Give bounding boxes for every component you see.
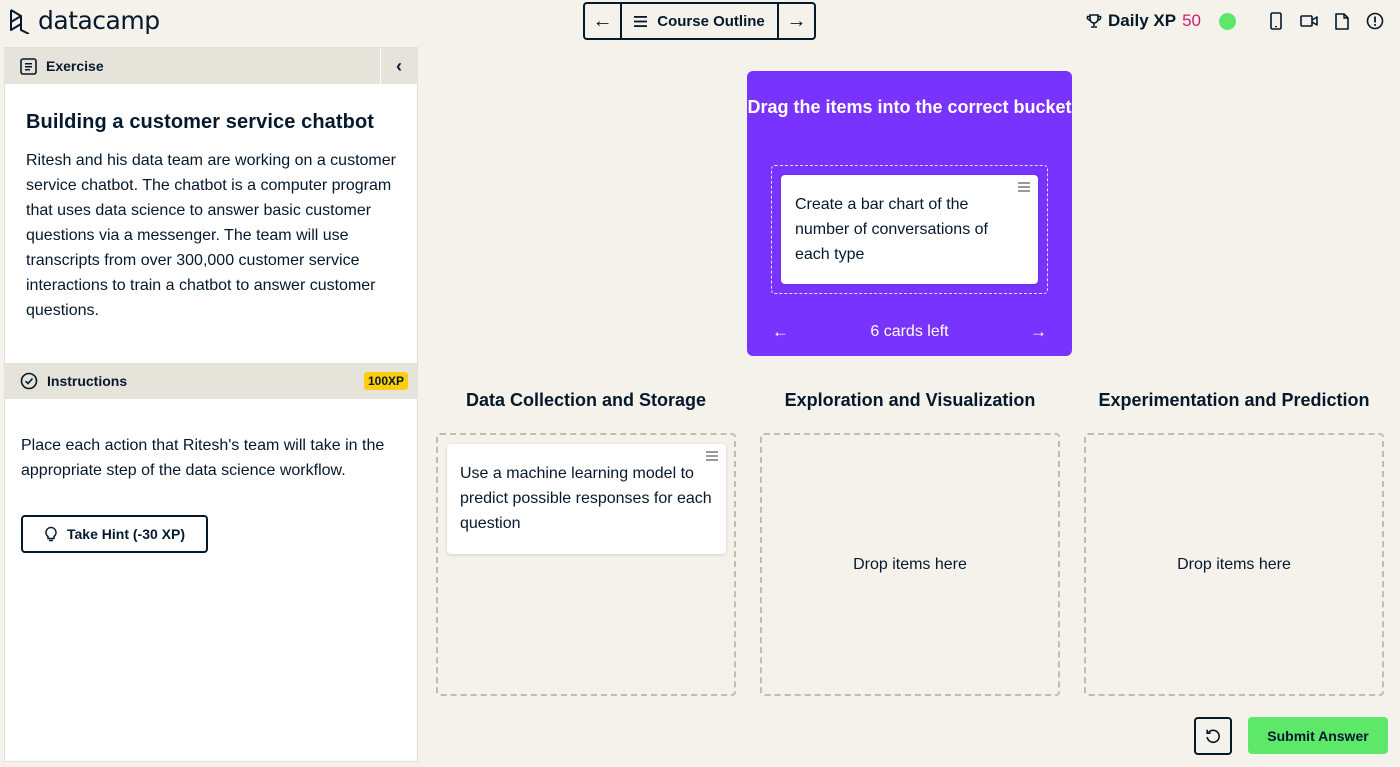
xp-badge: 100XP (363, 372, 408, 390)
submit-answer-button[interactable]: Submit Answer (1248, 717, 1388, 754)
deck-card-slot: Create a bar chart of the number of conv… (771, 165, 1048, 294)
video-button[interactable] (1294, 8, 1324, 34)
reset-icon (1206, 729, 1220, 744)
exercise-header: Exercise ‹ (5, 48, 417, 84)
datacamp-logo[interactable]: datacamp (8, 6, 160, 35)
status-indicator (1219, 12, 1236, 30)
chevron-left-icon: ‹ (396, 55, 402, 76)
instructions-text: Place each action that Ritesh's team wil… (21, 437, 385, 479)
daily-xp-value: 50 (1182, 11, 1201, 30)
arrow-right-icon: → (786, 9, 807, 32)
bucket-exploration[interactable]: Drop items here (760, 433, 1060, 696)
exercise-section-label: Exercise (46, 58, 104, 74)
draggable-card[interactable]: Create a bar chart of the number of conv… (781, 175, 1038, 284)
slides-button[interactable] (1327, 8, 1357, 34)
deck-navigation: ← 6 cards left → (747, 322, 1072, 342)
course-outline-button[interactable]: Course Outline (620, 4, 779, 38)
mobile-icon (1270, 12, 1282, 30)
report-issue-button[interactable] (1360, 8, 1390, 34)
reset-button[interactable] (1194, 717, 1232, 755)
instructions-header: Instructions 100XP (5, 363, 417, 399)
daily-xp-label: Daily XP (1108, 11, 1177, 30)
collapse-panel-button[interactable]: ‹ (380, 48, 417, 84)
course-outline-label: Course Outline (657, 12, 765, 30)
alert-icon (1366, 12, 1384, 30)
drop-placeholder: Drop items here (1177, 555, 1291, 573)
daily-xp[interactable]: Daily XP 50 (1086, 11, 1201, 31)
header-tools: Daily XP 50 (1086, 8, 1390, 34)
drag-handle-icon[interactable] (1018, 182, 1030, 194)
datacamp-logo-icon (10, 8, 30, 34)
check-circle-icon (20, 372, 38, 390)
slides-icon (1335, 12, 1349, 30)
exercise-panel: Exercise ‹ Building a customer service c… (4, 47, 418, 762)
card-text: Use a machine learning model to predict … (460, 465, 712, 532)
previous-card-button[interactable]: ← (772, 322, 789, 342)
deck-title: Drag the items into the correct bucket (747, 97, 1072, 117)
trophy-icon (1086, 14, 1102, 28)
bucket-title-data-collection: Data Collection and Storage (465, 390, 707, 410)
mobile-app-button[interactable] (1261, 8, 1291, 34)
exercise-icon (20, 57, 37, 75)
bucket-data-collection[interactable]: Use a machine learning model to predict … (436, 433, 736, 696)
exercise-title: Building a customer service chatbot (26, 111, 375, 133)
drop-placeholder: Drop items here (853, 555, 967, 573)
exercise-content: Building a customer service chatbot Rite… (5, 84, 417, 363)
next-card-button[interactable]: → (1030, 322, 1047, 342)
lightbulb-icon (45, 526, 57, 541)
instructions-section-label: Instructions (47, 373, 128, 389)
instructions-content: Place each action that Ritesh's team wil… (5, 399, 417, 553)
previous-exercise-button[interactable]: ← (585, 4, 620, 38)
take-hint-label: Take Hint (-30 XP) (67, 526, 185, 542)
brand-name: datacamp (38, 6, 160, 35)
course-navigation: ← Course Outline → (583, 2, 816, 40)
bucket-title-exploration: Exploration and Visualization (784, 390, 1036, 410)
take-hint-button[interactable]: Take Hint (-30 XP) (21, 515, 208, 553)
cards-left-counter: 6 cards left (870, 323, 949, 340)
draggable-card[interactable]: Use a machine learning model to predict … (447, 444, 726, 554)
card-deck: Drag the items into the correct bucket C… (747, 71, 1072, 356)
arrow-left-icon: ← (592, 9, 613, 32)
bucket-experimentation[interactable]: Drop items here (1084, 433, 1384, 696)
exercise-description: Ritesh and his data team are working on … (26, 152, 396, 319)
top-bar: datacamp ← Course Outline → Daily XP 50 (0, 0, 1400, 44)
card-text: Create a bar chart of the number of conv… (795, 196, 988, 263)
drag-handle-icon[interactable] (706, 451, 718, 463)
next-exercise-button[interactable]: → (779, 4, 814, 38)
bucket-title-experimentation: Experimentation and Prediction (1098, 390, 1370, 410)
menu-icon (634, 15, 648, 27)
video-icon (1300, 15, 1318, 27)
